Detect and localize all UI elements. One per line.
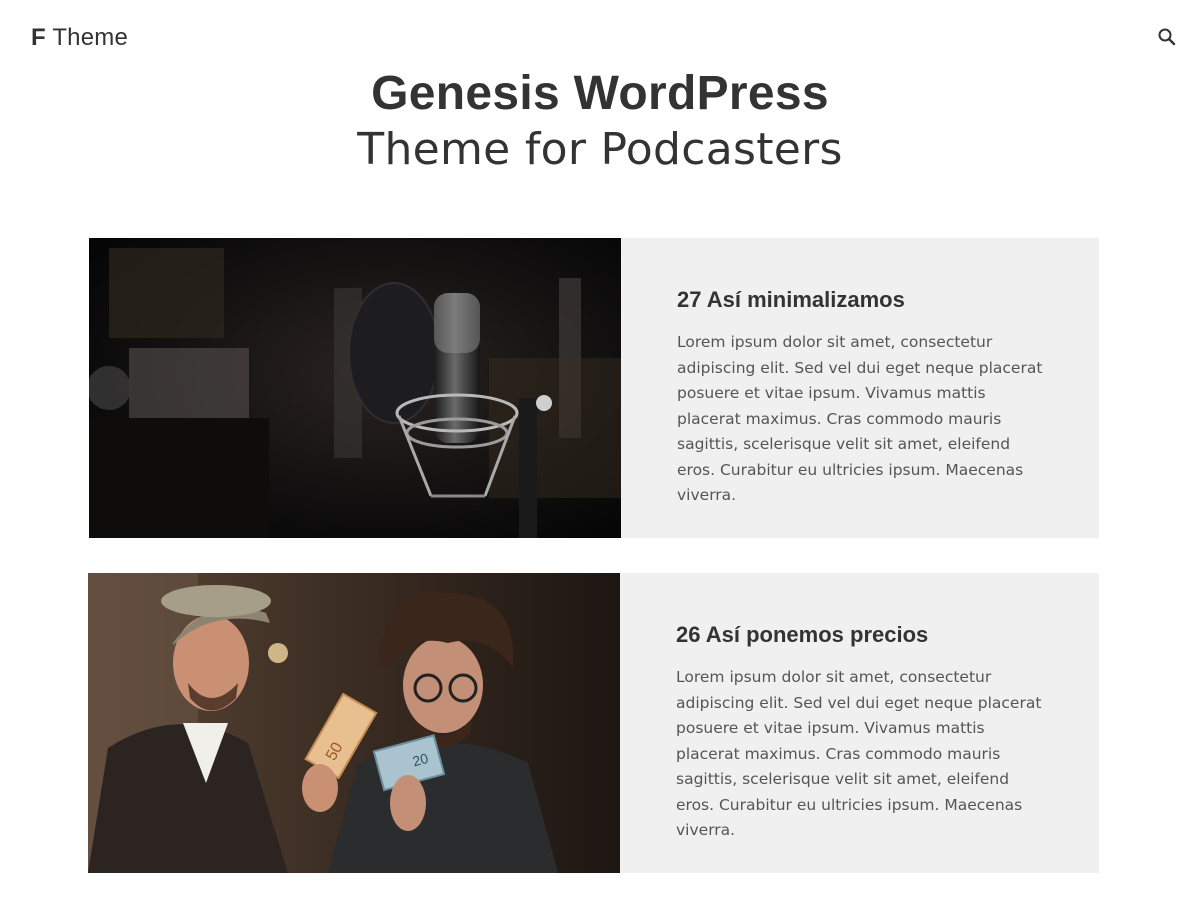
page-title-line2: Theme for Podcasters <box>357 124 843 175</box>
episode-excerpt: Lorem ipsum dolor sit amet, consectetur … <box>676 668 1042 839</box>
episode-card: 27 Así minimalizamos Lorem ipsum dolor s… <box>89 238 1099 538</box>
logo-text: Theme <box>52 24 129 51</box>
episode-title[interactable]: 26 Así ponemos precios <box>676 621 1043 649</box>
search-button[interactable] <box>1156 26 1178 48</box>
site-logo[interactable]: F Theme <box>31 24 128 52</box>
episode-excerpt: Lorem ipsum dolor sit amet, consectetur … <box>677 333 1043 504</box>
page: F Theme Genesis WordPress Theme for Podc… <box>0 0 1200 900</box>
episode-body: 26 Así ponemos precios Lorem ipsum dolor… <box>620 573 1099 873</box>
episode-title[interactable]: 27 Así minimalizamos <box>677 286 1043 314</box>
hosts-with-euro-notes-image: 50 20 <box>88 573 620 873</box>
page-title: Genesis WordPress Theme for Podcasters <box>0 66 1200 178</box>
episode-thumbnail[interactable] <box>89 238 621 538</box>
studio-microphone-image <box>89 238 621 538</box>
page-title-line1: Genesis WordPress <box>371 67 829 120</box>
episode-body: 27 Así minimalizamos Lorem ipsum dolor s… <box>621 238 1099 538</box>
search-icon <box>1158 28 1176 46</box>
episode-card: 50 20 26 Así ponemos precios Lorem ipsum… <box>88 573 1099 873</box>
episode-thumbnail[interactable]: 50 20 <box>88 573 620 873</box>
logo-mark: F <box>31 24 46 51</box>
